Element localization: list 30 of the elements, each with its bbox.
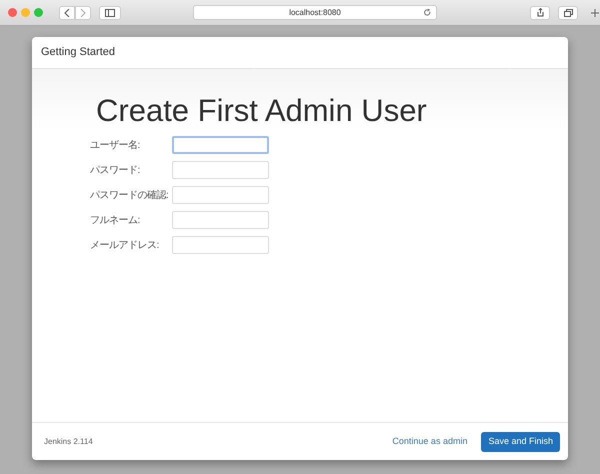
- dialog-title: Getting Started: [41, 45, 115, 60]
- sidebar-icon: [105, 8, 115, 16]
- forward-icon: [80, 8, 86, 16]
- share-icon: [536, 8, 544, 17]
- maximize-icon[interactable]: [34, 8, 43, 17]
- tabs-icon: [564, 8, 572, 16]
- input-field[interactable]: [172, 211, 269, 229]
- reload-icon[interactable]: [424, 9, 431, 16]
- save-button[interactable]: Save and Finish: [481, 432, 560, 452]
- field-label: パスワードの確認:: [90, 188, 170, 202]
- input-field[interactable]: [172, 236, 269, 254]
- minimize-icon[interactable]: [21, 8, 30, 17]
- input-field[interactable]: [172, 136, 269, 154]
- page-heading: Create First Admin User: [96, 92, 428, 130]
- back-icon: [64, 8, 70, 16]
- back-button[interactable]: [59, 6, 75, 20]
- version-label: Jenkins 2.114: [44, 436, 93, 448]
- field-label: ユーザー名:: [90, 138, 141, 152]
- continue-link[interactable]: Continue as admin: [392, 434, 468, 448]
- field-label: フルネーム:: [90, 214, 141, 228]
- close-icon[interactable]: [8, 8, 17, 17]
- share-button[interactable]: [530, 6, 550, 20]
- field-label: メールアドレス:: [90, 238, 160, 252]
- input-field[interactable]: [172, 161, 269, 179]
- plus-icon: [591, 8, 599, 16]
- sidebar-button[interactable]: [99, 6, 121, 20]
- input-field[interactable]: [172, 186, 269, 204]
- address-bar[interactable]: localhost:8080: [193, 5, 437, 20]
- tabs-button[interactable]: [558, 6, 578, 20]
- field-label: パスワード:: [90, 164, 141, 178]
